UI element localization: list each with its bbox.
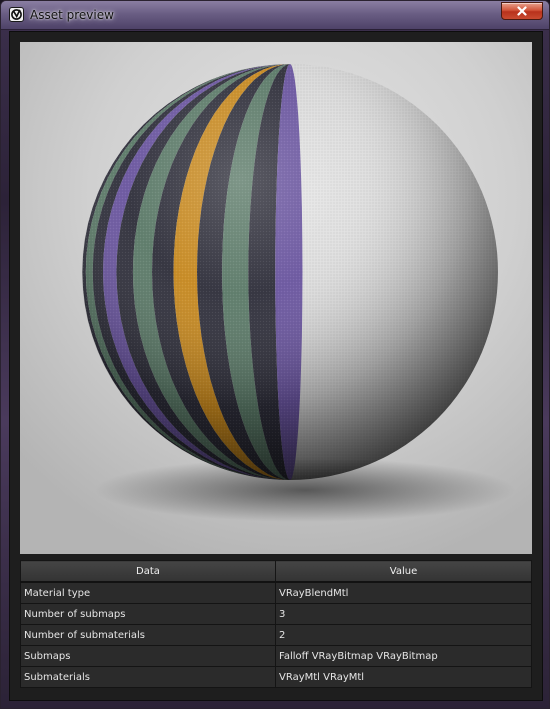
window-title: Asset preview bbox=[30, 8, 114, 22]
row-value: Falloff VRayBitmap VRayBitmap bbox=[275, 645, 532, 667]
preview-panel: Data Value Material type VRayBlendMtl Nu… bbox=[9, 31, 543, 701]
asset-preview-window: Asset preview Data Value Material type V… bbox=[0, 0, 550, 709]
vray-logo-icon bbox=[9, 7, 24, 22]
row-value: 3 bbox=[275, 603, 532, 625]
row-label: Submaterials bbox=[20, 666, 276, 688]
row-label: Number of submaterials bbox=[20, 624, 276, 646]
close-button[interactable] bbox=[501, 2, 543, 20]
close-icon bbox=[517, 6, 527, 16]
table-row[interactable]: Material type VRayBlendMtl bbox=[20, 581, 532, 604]
row-value: VRayMtl VRayMtl bbox=[275, 666, 532, 688]
row-value: VRayBlendMtl bbox=[275, 581, 532, 604]
table-row[interactable]: Submaps Falloff VRayBitmap VRayBitmap bbox=[20, 645, 532, 667]
title-bar[interactable]: Asset preview bbox=[1, 1, 549, 30]
row-value: 2 bbox=[275, 624, 532, 646]
table-row[interactable]: Submaterials VRayMtl VRayMtl bbox=[20, 666, 532, 688]
row-label: Submaps bbox=[20, 645, 276, 667]
asset-info-table: Data Value Material type VRayBlendMtl Nu… bbox=[20, 560, 532, 688]
table-header-row: Data Value bbox=[20, 560, 532, 583]
table-row[interactable]: Number of submaterials 2 bbox=[20, 624, 532, 646]
row-label: Material type bbox=[20, 581, 276, 604]
column-header-value[interactable]: Value bbox=[275, 560, 532, 583]
table-row[interactable]: Number of submaps 3 bbox=[20, 603, 532, 625]
row-label: Number of submaps bbox=[20, 603, 276, 625]
material-preview-image bbox=[20, 42, 532, 554]
column-header-data[interactable]: Data bbox=[20, 560, 276, 583]
